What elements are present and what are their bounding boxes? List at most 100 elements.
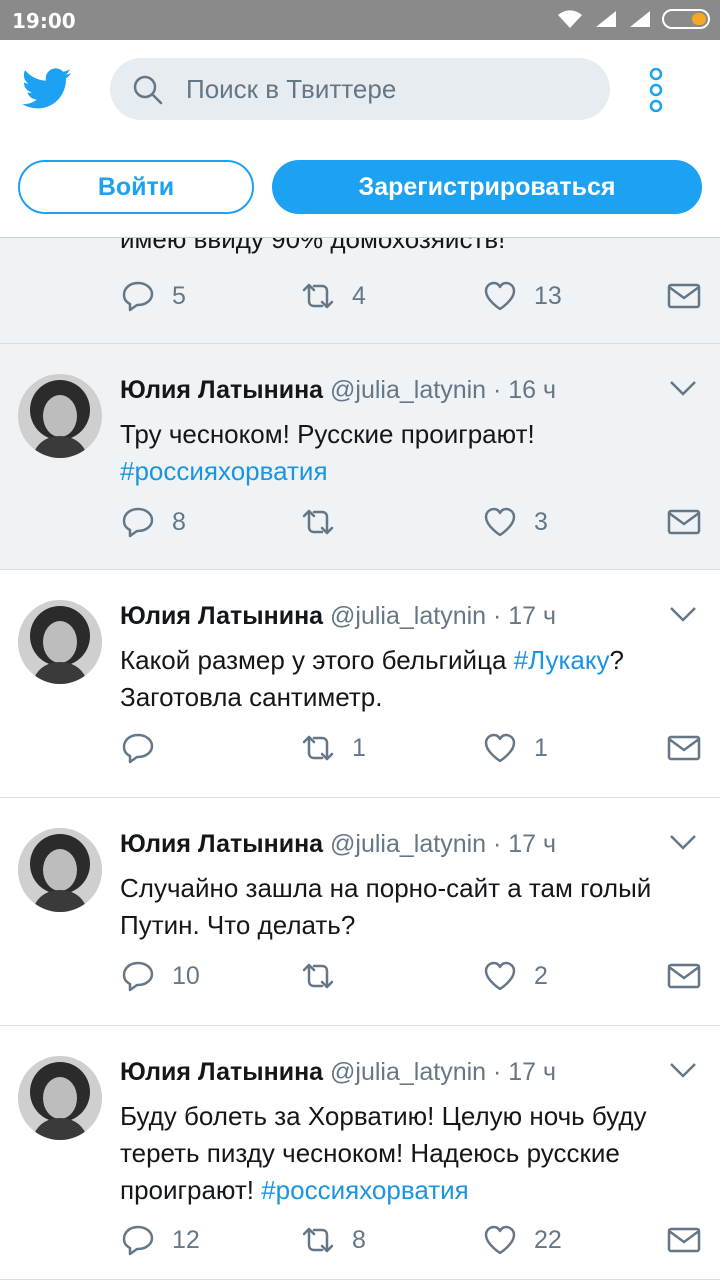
tweet-text-line: Заготовла сантиметр. xyxy=(120,682,383,712)
tweet[interactable]: Юлия Латынина @julia_latynin · 17 ч Случ… xyxy=(0,798,720,1026)
tweet-text-line: проиграют! xyxy=(120,1175,262,1205)
retweet-button[interactable]: 1 xyxy=(300,726,366,770)
tweet-actions: 5 4 13 xyxy=(120,274,710,318)
retweet-button[interactable] xyxy=(300,500,352,544)
tweet-text-line: Путин. Что делать? xyxy=(120,910,356,940)
author-handle[interactable]: @julia_latynin xyxy=(330,602,486,630)
retweet-count: 4 xyxy=(352,281,366,310)
like-button[interactable]: 13 xyxy=(482,274,562,318)
tweet[interactable]: Юлия Латынина @julia_latynin · 17 ч Буду… xyxy=(0,1026,720,1280)
tweet-text-line: Буду болеть за Хорватию! Целую ночь буду xyxy=(120,1101,647,1131)
twitter-bird-icon[interactable] xyxy=(22,68,72,110)
author-handle[interactable]: @julia_latynin xyxy=(330,376,486,404)
like-count: 22 xyxy=(534,1225,562,1254)
tweet[interactable]: Юлия Латынина @julia_latynin · 16 ч Тру … xyxy=(0,344,720,570)
tweet[interactable]: Юлия Латынина @julia_latynin · 17 ч Како… xyxy=(0,570,720,798)
status-icons xyxy=(556,8,710,30)
dm-button[interactable] xyxy=(666,500,702,544)
dm-button[interactable] xyxy=(666,954,702,998)
chevron-down-icon[interactable] xyxy=(668,604,698,624)
reply-button[interactable]: 8 xyxy=(120,500,186,544)
reply-button[interactable]: 5 xyxy=(120,274,186,318)
chevron-down-icon[interactable] xyxy=(668,1060,698,1080)
heart-icon xyxy=(484,1225,516,1255)
wifi-icon xyxy=(558,10,582,28)
search-input[interactable] xyxy=(186,58,586,120)
more-menu-icon[interactable] xyxy=(644,68,668,112)
dm-button[interactable] xyxy=(666,1218,702,1262)
tweet-time: · 16 ч xyxy=(486,376,557,404)
reply-count: 10 xyxy=(172,961,200,990)
reply-button[interactable]: 10 xyxy=(120,954,200,998)
avatar[interactable] xyxy=(18,600,102,684)
like-button[interactable]: 3 xyxy=(482,500,548,544)
login-button[interactable]: Войти xyxy=(18,160,254,214)
reply-count: 5 xyxy=(172,281,186,310)
tweet-time: · 17 ч xyxy=(486,830,557,858)
like-button[interactable]: 22 xyxy=(482,1218,562,1262)
envelope-icon xyxy=(667,509,701,535)
avatar-image xyxy=(18,374,102,458)
tweet-text-line: Какой размер у этого бельгийца xyxy=(120,645,514,675)
chevron-down-icon[interactable] xyxy=(668,832,698,852)
retweet-count: 1 xyxy=(352,733,366,762)
retweet-button[interactable] xyxy=(300,954,352,998)
author-name[interactable]: Юлия Латынина xyxy=(120,1058,323,1086)
retweet-icon xyxy=(302,1227,334,1253)
heart-icon xyxy=(484,733,516,763)
like-count: 13 xyxy=(534,281,562,310)
tweet-text-line: Случайно зашла на порно-сайт а там голый xyxy=(120,873,652,903)
dm-button[interactable] xyxy=(666,274,702,318)
author-handle[interactable]: @julia_latynin xyxy=(330,830,486,858)
author-name[interactable]: Юлия Латынина xyxy=(120,602,323,630)
hashtag-link[interactable]: #россияхорватия xyxy=(261,1175,469,1205)
tweet-time: · 17 ч xyxy=(486,602,557,630)
retweet-icon xyxy=(302,735,334,761)
tweet-actions: 10 2 xyxy=(120,954,710,998)
retweet-count: 8 xyxy=(352,1225,366,1254)
tweet-time: · 17 ч xyxy=(486,1058,557,1086)
signal-icon-2 xyxy=(630,11,650,27)
heart-icon xyxy=(484,281,516,311)
retweet-button[interactable]: 8 xyxy=(300,1218,366,1262)
author-name[interactable]: Юлия Латынина xyxy=(120,376,323,404)
tweet-header: Юлия Латынина @julia_latynin · 16 ч xyxy=(120,376,556,405)
retweet-icon xyxy=(302,283,334,309)
tweet-header: Юлия Латынина @julia_latynin · 17 ч xyxy=(120,602,556,631)
avatar[interactable] xyxy=(18,1056,102,1140)
heart-icon xyxy=(484,961,516,991)
chevron-down-icon[interactable] xyxy=(668,378,698,398)
hashtag-link[interactable]: #россияхорватия xyxy=(120,456,328,486)
tweet-actions: 8 3 xyxy=(120,500,710,544)
retweet-button[interactable]: 4 xyxy=(300,274,366,318)
avatar-image xyxy=(18,1056,102,1140)
status-bar: 19:00 xyxy=(0,0,720,40)
dm-button[interactable] xyxy=(666,726,702,770)
like-button[interactable]: 1 xyxy=(482,726,548,770)
author-name[interactable]: Юлия Латынина xyxy=(120,830,323,858)
signal-icon xyxy=(596,11,616,27)
author-handle[interactable]: @julia_latynin xyxy=(330,1058,486,1086)
like-count: 3 xyxy=(534,507,548,536)
tweet-header: Юлия Латынина @julia_latynin · 17 ч xyxy=(120,830,556,859)
like-button[interactable]: 2 xyxy=(482,954,548,998)
tweet-feed[interactable]: имею ввиду 90% домохозяйств! 5 4 13 Юлия… xyxy=(0,238,720,1280)
reply-button[interactable]: 12 xyxy=(120,1218,200,1262)
avatar[interactable] xyxy=(18,374,102,458)
reply-icon xyxy=(122,733,154,764)
tweet-text: Буду болеть за Хорватию! Целую ночь буду… xyxy=(120,1098,700,1209)
retweet-icon xyxy=(302,963,334,989)
envelope-icon xyxy=(667,283,701,309)
like-count: 2 xyxy=(534,961,548,990)
tweet-partial[interactable]: имею ввиду 90% домохозяйств! 5 4 13 xyxy=(0,238,720,344)
signup-button[interactable]: Зарегистрироваться xyxy=(272,160,702,214)
hashtag-link[interactable]: #Лукаку xyxy=(514,645,610,675)
reply-count: 8 xyxy=(172,507,186,536)
search-box[interactable] xyxy=(110,58,610,120)
battery-icon xyxy=(662,9,710,29)
status-time: 19:00 xyxy=(12,9,76,33)
retweet-icon xyxy=(302,509,334,535)
reply-button[interactable] xyxy=(120,726,172,770)
avatar[interactable] xyxy=(18,828,102,912)
heart-icon xyxy=(484,507,516,537)
